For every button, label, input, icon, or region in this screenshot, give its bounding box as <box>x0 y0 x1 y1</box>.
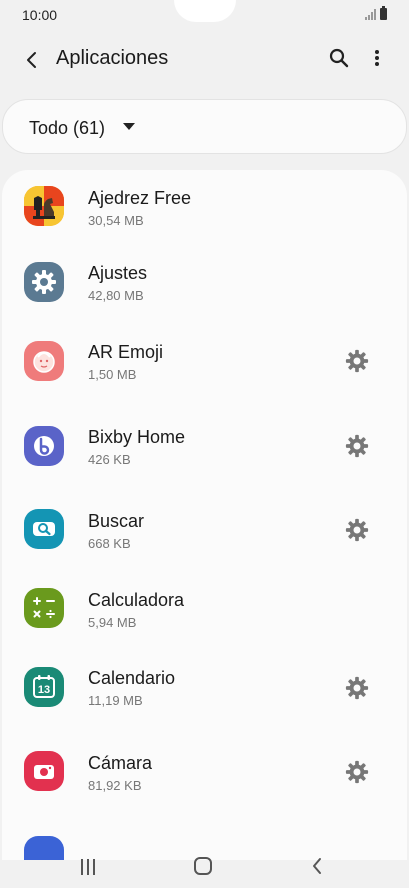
app-name: Bixby Home <box>88 427 186 447</box>
app-row-ajedrez[interactable]: Ajedrez Free 30,54 MB <box>2 170 407 250</box>
camera-icon <box>24 751 64 791</box>
app-size: 30,54 MB <box>88 213 144 228</box>
app-list: Ajedrez Free 30,54 MB Ajustes 42,80 MB A… <box>2 170 407 860</box>
app-settings-button[interactable] <box>343 432 371 460</box>
app-row-partial[interactable] <box>2 826 407 860</box>
app-row-camara[interactable]: Cámara 81,92 KB <box>2 734 407 814</box>
calendar-icon: 13 <box>24 667 64 707</box>
more-options-button[interactable] <box>364 44 390 72</box>
app-row-ar-emoji[interactable]: AR Emoji 1,50 MB <box>2 320 407 400</box>
gear-icon <box>345 760 369 784</box>
app-size: 668 KB <box>88 536 131 551</box>
gear-icon <box>345 434 369 458</box>
app-settings-button[interactable] <box>343 516 371 544</box>
settings-icon <box>24 262 64 302</box>
gear-icon <box>345 676 369 700</box>
recents-icon[interactable] <box>80 858 96 876</box>
app-size: 81,92 KB <box>88 778 142 793</box>
app-row-calendario[interactable]: 13 Calendario 11,19 MB <box>2 650 407 730</box>
search-icon <box>329 48 349 68</box>
page-title: Aplicaciones <box>56 47 169 69</box>
app-settings-button[interactable] <box>343 758 371 786</box>
caret-down-icon <box>123 123 135 130</box>
app-name: Calculadora <box>88 590 185 610</box>
app-settings-button[interactable] <box>343 674 371 702</box>
app-bar: Aplicaciones <box>0 30 409 88</box>
app-row-bixby-home[interactable]: Bixby Home 426 KB <box>2 405 407 485</box>
app-size: 5,94 MB <box>88 615 137 630</box>
back-button[interactable] <box>18 46 46 74</box>
app-row-ajustes[interactable]: Ajustes 42,80 MB <box>2 248 407 328</box>
app-size: 11,19 MB <box>88 693 143 708</box>
app-row-buscar[interactable]: Buscar 668 KB <box>2 490 407 570</box>
bixby-icon <box>24 426 64 466</box>
signal-icon <box>365 9 376 20</box>
app-name: Ajustes <box>88 263 148 283</box>
app-name: Cámara <box>88 753 153 773</box>
battery-icon <box>380 6 387 20</box>
status-bar: 10:00 <box>0 0 409 30</box>
search-button[interactable] <box>325 44 353 72</box>
app-row-calculadora[interactable]: Calculadora 5,94 MB <box>2 572 407 652</box>
calendar-day: 13 <box>38 684 50 696</box>
app-size: 42,80 MB <box>88 288 144 303</box>
chevron-left-icon <box>27 52 36 68</box>
gear-icon <box>345 349 369 373</box>
gear-icon <box>345 518 369 542</box>
status-time: 10:00 <box>22 7 58 23</box>
filter-label: Todo (61) <box>29 118 106 138</box>
app-name: Calendario <box>88 668 176 688</box>
home-icon[interactable] <box>193 856 213 876</box>
calculator-icon <box>24 588 64 628</box>
status-icons <box>365 6 387 20</box>
app-settings-button[interactable] <box>343 347 371 375</box>
filter-dropdown[interactable]: Todo (61) <box>2 99 407 154</box>
app-name: Buscar <box>88 511 145 531</box>
chess-icon <box>24 186 64 226</box>
app-icon-partial <box>24 836 64 860</box>
app-size: 1,50 MB <box>88 367 137 382</box>
back-icon[interactable] <box>311 857 323 875</box>
more-vertical-icon <box>375 50 379 66</box>
app-name: AR Emoji <box>88 342 164 362</box>
app-size: 426 KB <box>88 452 131 467</box>
finder-icon <box>24 509 64 549</box>
camera-notch <box>174 0 236 22</box>
app-name: Ajedrez Free <box>88 188 192 208</box>
ar-emoji-icon <box>24 341 64 381</box>
